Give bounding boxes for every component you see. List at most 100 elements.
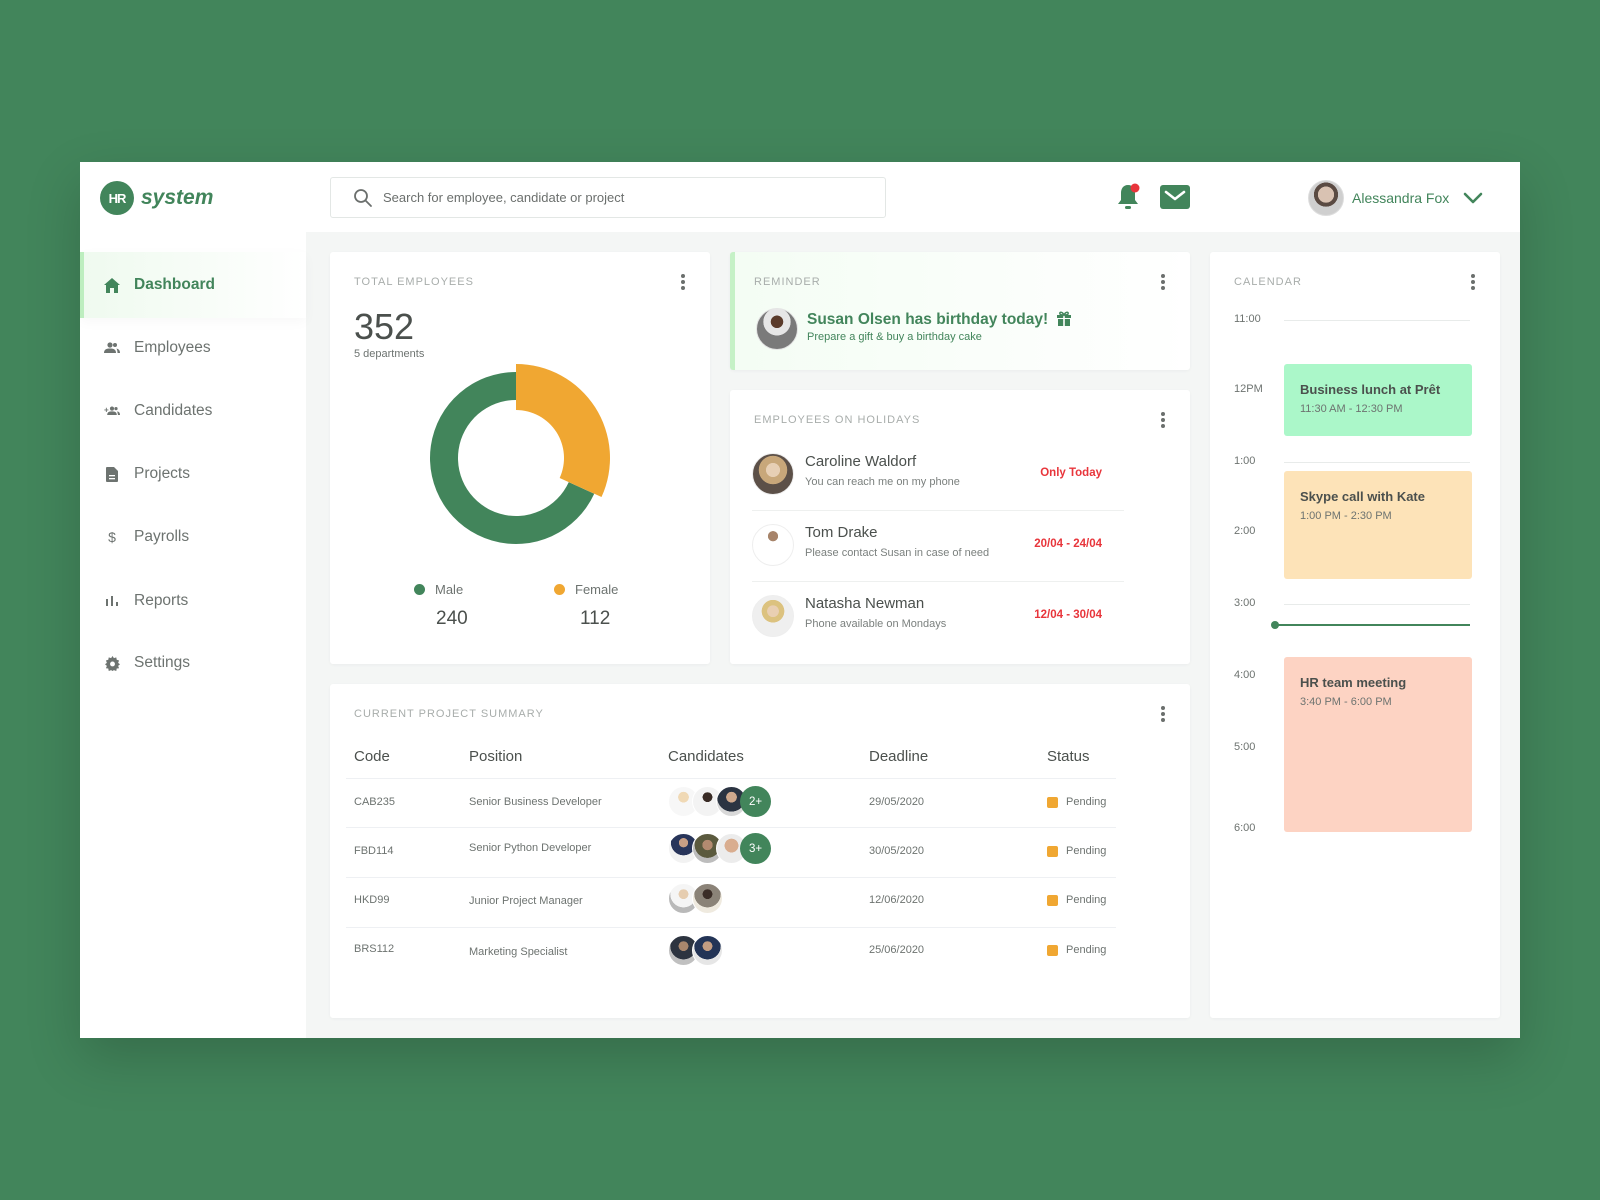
status-label: Pending [1066, 796, 1107, 808]
total-employees-count: 352 [354, 306, 415, 347]
employee-message: Phone available on Mondays [805, 618, 947, 630]
gear-icon [104, 655, 120, 671]
hour-line [1284, 320, 1470, 321]
employee-name: Natasha Newman [805, 595, 925, 612]
legend-male-label: Male [435, 582, 464, 597]
card-title: CURRENT PROJECT SUMMARY [354, 708, 544, 720]
add-people-icon: + [104, 403, 120, 419]
status-label: Pending [1066, 894, 1107, 906]
sidebar-item-employees[interactable]: Employees [80, 315, 306, 381]
candidate-avatars[interactable] [668, 883, 723, 914]
employee-avatar [752, 595, 794, 637]
logo[interactable]: HR system [100, 181, 213, 215]
search-bar[interactable] [330, 177, 886, 218]
hour-label: 11:00 [1234, 313, 1261, 325]
notifications-button[interactable] [1116, 182, 1142, 217]
row-divider [346, 827, 1116, 828]
candidate-avatar [692, 935, 723, 966]
candidate-avatars[interactable]: 2+ [668, 786, 771, 817]
employee-avatar [752, 524, 794, 566]
status-badge: Pending [1047, 944, 1106, 956]
event-title: HR team meeting [1300, 675, 1407, 690]
messages-button[interactable] [1160, 185, 1190, 214]
project-code: HKD99 [354, 894, 390, 906]
holiday-row[interactable]: Caroline Waldorf You can reach me on my … [752, 440, 1124, 511]
reminder-headline-text: Susan Olsen has birthday today! [807, 311, 1049, 328]
legend-male-dot [414, 584, 425, 595]
donut-slice-female[interactable] [516, 364, 610, 498]
project-deadline: 30/05/2020 [869, 845, 925, 857]
candidate-avatar [692, 883, 723, 914]
document-icon [104, 466, 120, 482]
column-header-deadline[interactable]: Deadline [869, 748, 928, 765]
user-menu[interactable]: Alessandra Fox [1308, 180, 1483, 216]
sidebar-item-candidates[interactable]: + Candidates [80, 378, 306, 444]
more-options-icon[interactable] [1160, 274, 1166, 290]
row-divider [346, 927, 1116, 928]
event-time: 3:40 PM - 6:00 PM [1300, 696, 1392, 708]
sidebar-item-dashboard[interactable]: Dashboard [80, 252, 306, 318]
susan-avatar [756, 308, 798, 350]
card-title: CALENDAR [1234, 276, 1302, 288]
column-header-code[interactable]: Code [354, 748, 390, 765]
reminder-card: REMINDER Susan Olsen has birthday today!… [730, 252, 1190, 370]
user-avatar [1308, 180, 1344, 216]
project-code: CAB235 [354, 796, 395, 808]
holiday-date: 20/04 - 24/04 [1034, 538, 1102, 550]
column-header-candidates[interactable]: Candidates [668, 748, 744, 765]
project-deadline: 29/05/2020 [869, 796, 925, 808]
employee-message: You can reach me on my phone [805, 476, 960, 488]
candidate-avatars[interactable]: 3+ [668, 833, 771, 864]
legend-female: Female [554, 582, 618, 597]
status-badge: Pending [1047, 894, 1106, 906]
more-candidates-badge[interactable]: 2+ [740, 786, 771, 817]
event-time: 11:30 AM - 12:30 PM [1300, 403, 1403, 415]
project-code: BRS112 [354, 943, 395, 955]
sidebar-item-label: Candidates [134, 402, 213, 419]
sidebar-item-label: Settings [134, 654, 191, 671]
column-header-position[interactable]: Position [469, 748, 522, 765]
status-label: Pending [1066, 944, 1107, 956]
holiday-row[interactable]: Tom Drake Please contact Susan in case o… [752, 511, 1124, 582]
event-time: 1:00 PM - 2:30 PM [1300, 510, 1392, 522]
mail-icon [1160, 185, 1190, 209]
current-time-line [1274, 624, 1470, 626]
holiday-row[interactable]: Natasha Newman Phone available on Monday… [752, 582, 1124, 653]
calendar-event[interactable]: HR team meeting 3:40 PM - 6:00 PM [1284, 657, 1472, 832]
header-divider [346, 778, 1116, 779]
sidebar-item-label: Reports [134, 592, 189, 609]
status-badge: Pending [1047, 796, 1106, 808]
dollar-icon: $ [108, 529, 116, 545]
column-header-status[interactable]: Status [1047, 748, 1090, 765]
project-code: FBD114 [354, 845, 394, 857]
sidebar-item-reports[interactable]: Reports [80, 568, 306, 634]
more-options-icon[interactable] [1160, 412, 1166, 428]
sidebar: Dashboard Employees + Candidates Project… [80, 232, 306, 1038]
sidebar-item-payrolls[interactable]: $ Payrolls [80, 504, 306, 570]
calendar-event[interactable]: Skype call with Kate 1:00 PM - 2:30 PM [1284, 471, 1472, 579]
more-options-icon[interactable] [1470, 274, 1476, 290]
status-indicator [1047, 894, 1058, 906]
people-icon [104, 340, 120, 356]
more-candidates-badge[interactable]: 3+ [740, 833, 771, 864]
more-options-icon[interactable] [680, 274, 686, 290]
hour-label: 3:00 [1234, 597, 1256, 609]
bell-icon [1118, 183, 1140, 209]
legend-male: Male [414, 582, 463, 597]
more-options-icon[interactable] [1160, 706, 1166, 722]
hour-line [1284, 462, 1470, 463]
hour-label: 4:00 [1234, 669, 1256, 681]
total-employees-card: TOTAL EMPLOYEES 352 5 departments Male 2… [330, 252, 710, 664]
user-name: Alessandra Fox [1352, 190, 1450, 206]
status-label: Pending [1066, 845, 1107, 857]
search-input[interactable] [383, 190, 863, 205]
reminder-subtext: Prepare a gift & buy a birthday cake [807, 331, 982, 343]
status-indicator [1047, 845, 1058, 857]
sidebar-item-projects[interactable]: Projects [80, 441, 306, 507]
candidate-avatars[interactable] [668, 935, 723, 966]
sidebar-item-settings[interactable]: Settings [80, 630, 306, 696]
project-position: Senior Business Developer [469, 796, 602, 808]
status-indicator [1047, 944, 1058, 956]
employee-avatar [752, 453, 794, 495]
calendar-event[interactable]: Business lunch at Prêt 11:30 AM - 12:30 … [1284, 364, 1472, 436]
